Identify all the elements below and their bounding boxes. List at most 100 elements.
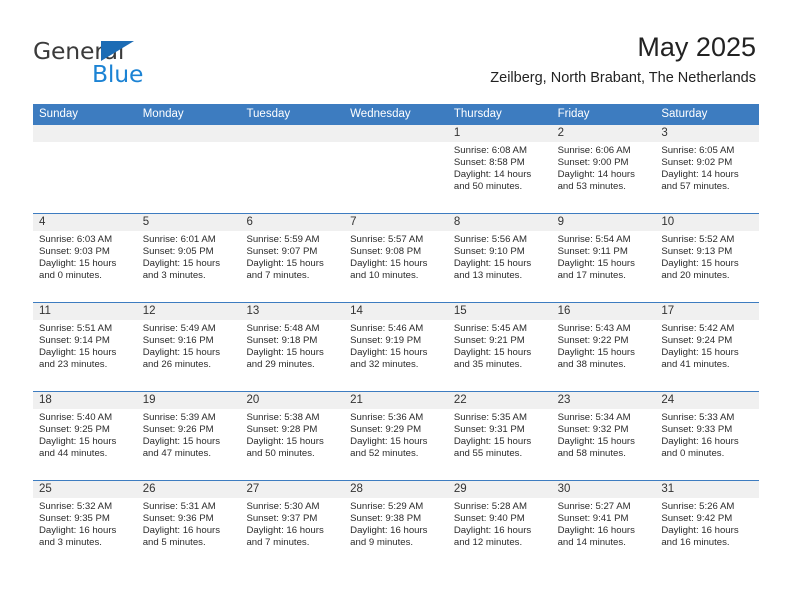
calendar-day-cell[interactable]: 19 Sunrise: 5:39 AM Sunset: 9:26 PM Dayligh… xyxy=(136,392,241,480)
sunrise-time: Sunrise: 5:51 AM xyxy=(39,323,113,334)
calendar-day-cell[interactable]: 26 Sunrise: 5:31 AM Sunset: 9:36 PM Dayligh… xyxy=(136,481,241,569)
day-number: 24 xyxy=(655,392,760,409)
daylight-duration-line2: and 23 minutes. xyxy=(39,359,108,371)
day-details: Sunrise: 5:49 AM Sunset: 9:16 PM Daylight:… xyxy=(137,320,241,371)
daylight-duration-line1: Daylight: 16 hours xyxy=(661,436,739,448)
calendar-day-cell[interactable]: 21 Sunrise: 5:36 AM Sunset: 9:29 PM Dayligh… xyxy=(344,392,448,480)
day-details: Sunrise: 5:36 AM Sunset: 9:29 PM Daylight:… xyxy=(344,409,448,460)
calendar-day-cell[interactable]: 3 Sunrise: 6:05 AM Sunset: 9:02 PM Daylight… xyxy=(655,125,760,213)
day-number xyxy=(240,125,345,142)
daylight-duration-line1: Daylight: 15 hours xyxy=(661,258,739,270)
calendar-day-cell[interactable]: 18 Sunrise: 5:40 AM Sunset: 9:25 PM Dayligh… xyxy=(33,392,137,480)
daylight-duration-line2: and 13 minutes. xyxy=(453,270,523,282)
daylight-duration-line1: Daylight: 15 hours xyxy=(142,258,221,270)
calendar-day-cell[interactable]: 20 Sunrise: 5:38 AM Sunset: 9:28 PM Dayligh… xyxy=(240,392,345,480)
day-details: Sunrise: 5:26 AM Sunset: 9:42 PM Daylight:… xyxy=(655,498,759,549)
daylight-duration-line1: Daylight: 15 hours xyxy=(350,347,428,359)
sunrise-time: Sunrise: 5:36 AM xyxy=(350,412,424,423)
calendar-day-cell[interactable]: 23 Sunrise: 5:34 AM Sunset: 9:32 PM Dayligh… xyxy=(551,392,656,480)
sunrise-time: Sunrise: 6:03 AM xyxy=(39,234,113,245)
calendar-day-cell[interactable]: 17 Sunrise: 5:42 AM Sunset: 9:24 PM Dayligh… xyxy=(655,303,760,391)
sunrise-time: Sunrise: 5:33 AM xyxy=(661,412,735,423)
daylight-duration-line2: and 14 minutes. xyxy=(557,537,626,549)
daylight-duration-line2: and 16 minutes. xyxy=(661,537,730,549)
day-number: 22 xyxy=(447,392,552,409)
sunrise-time: Sunrise: 5:59 AM xyxy=(246,234,320,245)
sunset-time: Sunset: 9:38 PM xyxy=(350,513,422,525)
day-number: 23 xyxy=(551,392,656,409)
daylight-duration-line1: Daylight: 14 hours xyxy=(661,169,739,181)
day-number: 28 xyxy=(344,481,448,498)
sunrise-time: Sunrise: 5:42 AM xyxy=(661,323,735,334)
general-blue-logo[interactable]: General Blue xyxy=(33,37,233,89)
sunrise-time: Sunrise: 5:29 AM xyxy=(350,501,424,512)
day-details: Sunrise: 5:59 AM Sunset: 9:07 PM Daylight:… xyxy=(240,231,344,282)
calendar-day-cell[interactable]: 31 Sunrise: 5:26 AM Sunset: 9:42 PM Dayligh… xyxy=(655,481,760,569)
calendar-day-cell[interactable]: 15 Sunrise: 5:45 AM Sunset: 9:21 PM Dayligh… xyxy=(447,303,552,391)
calendar-day-cell[interactable]: 13 Sunrise: 5:48 AM Sunset: 9:18 PM Dayligh… xyxy=(240,303,345,391)
calendar-day-cell[interactable]: 30 Sunrise: 5:27 AM Sunset: 9:41 PM Dayligh… xyxy=(551,481,656,569)
calendar-day-cell[interactable]: 4 Sunrise: 6:03 AM Sunset: 9:03 PM Daylight… xyxy=(33,214,137,302)
sunset-time: Sunset: 9:18 PM xyxy=(246,335,318,347)
calendar-day-cell[interactable]: 22 Sunrise: 5:35 AM Sunset: 9:31 PM Dayligh… xyxy=(447,392,552,480)
calendar-page: General Blue May 2025 Zeilberg, North Br… xyxy=(0,0,792,612)
calendar-day-cell[interactable]: 9 Sunrise: 5:54 AM Sunset: 9:11 PM Daylight… xyxy=(551,214,656,302)
calendar-day-cell[interactable]: 2 Sunrise: 6:06 AM Sunset: 9:00 PM Daylight… xyxy=(551,125,656,213)
weekday-header-monday: Monday xyxy=(142,108,184,120)
day-number: 27 xyxy=(240,481,345,498)
calendar-day-cell-empty xyxy=(344,125,448,213)
calendar-day-cell[interactable]: 6 Sunrise: 5:59 AM Sunset: 9:07 PM Daylight… xyxy=(240,214,345,302)
sunrise-time: Sunrise: 5:48 AM xyxy=(246,323,320,334)
calendar-day-cell[interactable]: 1 Sunrise: 6:08 AM Sunset: 8:58 PM Daylight… xyxy=(447,125,552,213)
day-details: Sunrise: 5:34 AM Sunset: 9:32 PM Daylight:… xyxy=(552,409,656,460)
sunrise-time: Sunrise: 6:08 AM xyxy=(453,145,527,156)
calendar-day-cell[interactable]: 12 Sunrise: 5:49 AM Sunset: 9:16 PM Dayligh… xyxy=(136,303,241,391)
daylight-duration-line2: and 5 minutes. xyxy=(142,537,206,549)
calendar-day-cell[interactable]: 14 Sunrise: 5:46 AM Sunset: 9:19 PM Dayligh… xyxy=(344,303,448,391)
calendar-day-cell[interactable]: 29 Sunrise: 5:28 AM Sunset: 9:40 PM Dayligh… xyxy=(447,481,552,569)
daylight-duration-line1: Daylight: 15 hours xyxy=(557,436,635,448)
calendar-day-cell[interactable]: 11 Sunrise: 5:51 AM Sunset: 9:14 PM Dayligh… xyxy=(33,303,137,391)
day-details: Sunrise: 5:52 AM Sunset: 9:13 PM Daylight:… xyxy=(655,231,759,282)
calendar-day-cell[interactable]: 27 Sunrise: 5:30 AM Sunset: 9:37 PM Dayligh… xyxy=(240,481,345,569)
sunset-time: Sunset: 9:26 PM xyxy=(142,424,214,436)
sunrise-time: Sunrise: 5:34 AM xyxy=(557,412,631,423)
daylight-duration-line1: Daylight: 16 hours xyxy=(350,525,428,537)
calendar-day-cell[interactable]: 5 Sunrise: 6:01 AM Sunset: 9:05 PM Daylight… xyxy=(136,214,241,302)
sunset-time: Sunset: 9:14 PM xyxy=(39,335,110,347)
day-details: Sunrise: 6:01 AM Sunset: 9:05 PM Daylight:… xyxy=(137,231,241,282)
day-number: 2 xyxy=(551,125,656,142)
calendar-grid: Sunday Monday Tuesday Wednesday Thursday… xyxy=(33,104,760,569)
day-number xyxy=(33,125,137,142)
sunset-time: Sunset: 9:24 PM xyxy=(661,335,733,347)
daylight-duration-line1: Daylight: 16 hours xyxy=(246,525,324,537)
day-number: 5 xyxy=(136,214,241,231)
calendar-day-cell[interactable]: 25 Sunrise: 5:32 AM Sunset: 9:35 PM Dayligh… xyxy=(33,481,137,569)
calendar-day-cell[interactable]: 16 Sunrise: 5:43 AM Sunset: 9:22 PM Dayligh… xyxy=(551,303,656,391)
day-details: Sunrise: 5:39 AM Sunset: 9:26 PM Daylight:… xyxy=(137,409,241,460)
sunset-time: Sunset: 9:42 PM xyxy=(661,513,733,525)
calendar-day-cell[interactable]: 8 Sunrise: 5:56 AM Sunset: 9:10 PM Daylight… xyxy=(447,214,552,302)
calendar-day-cell-empty xyxy=(136,125,241,213)
weekday-header-tuesday: Tuesday xyxy=(246,108,291,120)
daylight-duration-line2: and 47 minutes. xyxy=(142,448,211,460)
calendar-day-cell[interactable]: 24 Sunrise: 5:33 AM Sunset: 9:33 PM Dayligh… xyxy=(655,392,760,480)
day-number: 30 xyxy=(551,481,656,498)
daylight-duration-line1: Daylight: 15 hours xyxy=(453,347,532,359)
day-number: 25 xyxy=(33,481,137,498)
sunrise-time: Sunrise: 5:28 AM xyxy=(453,501,527,512)
day-details: Sunrise: 5:35 AM Sunset: 9:31 PM Daylight:… xyxy=(448,409,552,460)
daylight-duration-line2: and 53 minutes. xyxy=(557,181,626,193)
day-number: 17 xyxy=(655,303,760,320)
day-number: 14 xyxy=(344,303,448,320)
daylight-duration-line1: Daylight: 15 hours xyxy=(557,347,635,359)
calendar-day-cell[interactable]: 10 Sunrise: 5:52 AM Sunset: 9:13 PM Dayligh… xyxy=(655,214,760,302)
sunrise-time: Sunrise: 5:31 AM xyxy=(142,501,216,512)
day-details: Sunrise: 5:40 AM Sunset: 9:25 PM Daylight:… xyxy=(33,409,137,460)
sunset-time: Sunset: 9:29 PM xyxy=(350,424,422,436)
daylight-duration-line1: Daylight: 16 hours xyxy=(661,525,739,537)
calendar-day-cell[interactable]: 7 Sunrise: 5:57 AM Sunset: 9:08 PM Daylight… xyxy=(344,214,448,302)
calendar-day-cell[interactable]: 28 Sunrise: 5:29 AM Sunset: 9:38 PM Dayligh… xyxy=(344,481,448,569)
day-number: 12 xyxy=(136,303,241,320)
daylight-duration-line1: Daylight: 15 hours xyxy=(453,436,532,448)
